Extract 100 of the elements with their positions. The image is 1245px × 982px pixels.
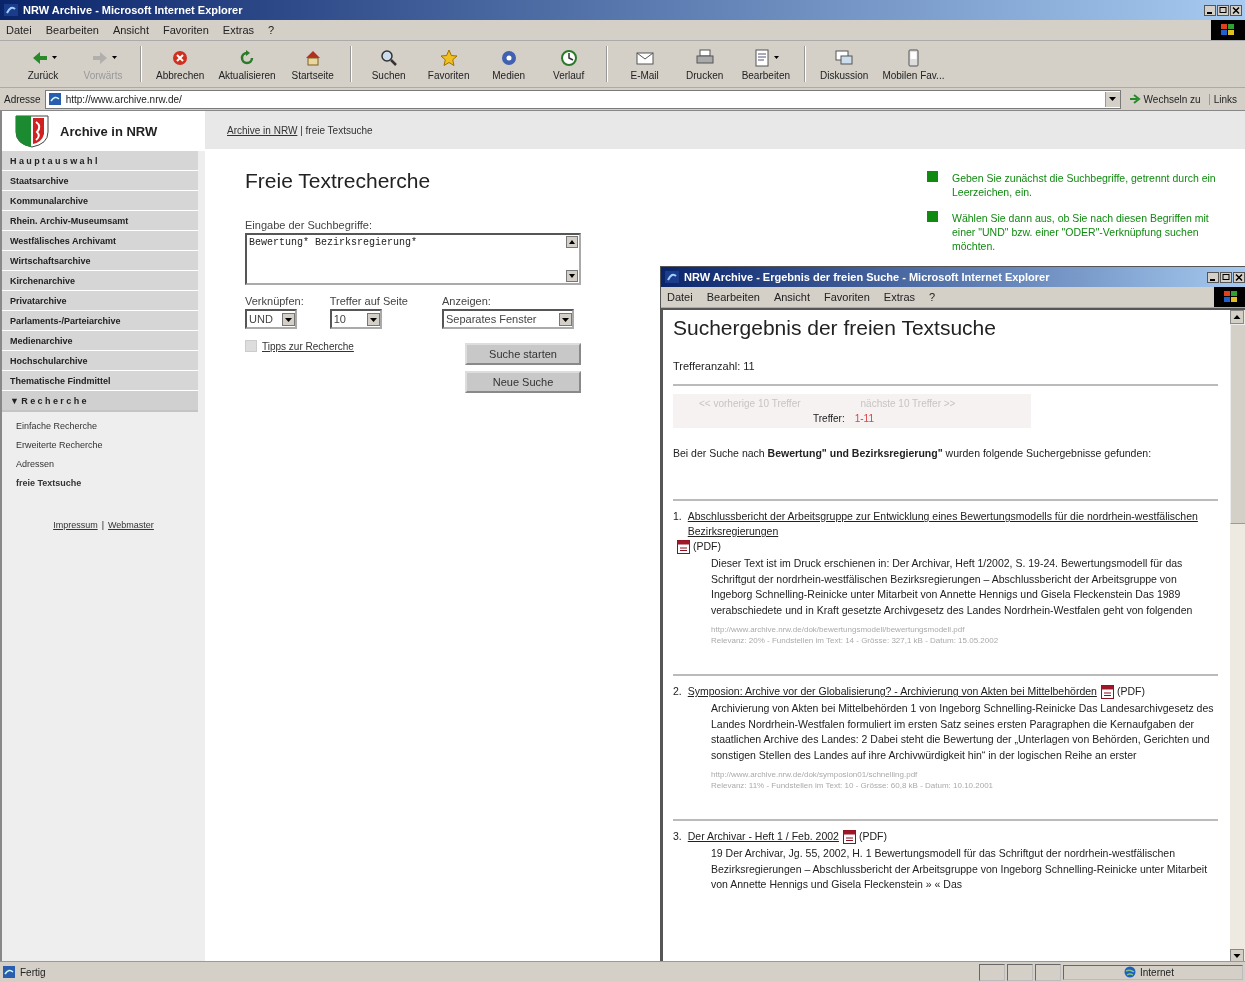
toolbar-button[interactable]: Aktualisieren <box>212 45 282 83</box>
toolbar-button[interactable]: Mobilen Fav... <box>876 45 951 83</box>
sidebar-item[interactable]: Parlaments-/Parteiarchive <box>2 311 198 331</box>
menu-item[interactable]: Ansicht <box>112 24 149 36</box>
menu-item[interactable]: Bearbeiten <box>706 291 760 303</box>
field-label: Anzeigen: <box>442 295 492 307</box>
breadcrumb-link[interactable]: Archive in NRW <box>227 124 298 136</box>
dropdown-caret-icon <box>111 56 117 59</box>
maximize-icon <box>1217 4 1229 16</box>
coat-of-arms-icon <box>14 114 50 148</box>
hint-text: Geben Sie zunächst die Suchbegriffe, getrennt durch ein Leerzeichen, ein. <box>952 171 1217 199</box>
scroll-up-icon <box>566 236 578 248</box>
menu-item[interactable]: Datei <box>667 291 693 303</box>
pdf-file-icon <box>842 829 856 844</box>
checkbox[interactable] <box>245 340 257 352</box>
toolbar-button[interactable]: Abbrechen <box>150 45 211 83</box>
form-button[interactable]: Suche starten <box>465 343 581 365</box>
go-button[interactable]: Wechseln zu <box>1124 93 1205 105</box>
footer-link[interactable]: Impressum <box>53 520 98 530</box>
sidebar-subitem[interactable]: Erweiterte Recherche <box>2 435 198 454</box>
toolbar-button[interactable]: Favoriten <box>419 45 478 83</box>
search-terms-field[interactable]: Bewertung* Bezirksregierung* <box>245 233 581 285</box>
menu-item[interactable]: Datei <box>6 24 32 36</box>
page-icon <box>2 965 16 979</box>
sidebar-heading[interactable]: Hauptauswahl <box>2 151 198 171</box>
menu-item[interactable]: Extras <box>222 24 255 36</box>
browser-logo-icon <box>664 270 680 284</box>
sidebar-item[interactable]: Kommunalarchive <box>2 191 198 211</box>
sidebar-subitem[interactable]: Einfache Recherche <box>2 416 198 435</box>
result-number: 3. <box>673 829 682 844</box>
pdf-file-icon <box>1100 684 1114 699</box>
sidebar-item[interactable]: Staatsarchive <box>2 171 198 191</box>
result-snippet: Archivierung von Akten bei Mittelbehörden 1 von Ingeborg Schnelling-Reinicke Das Landesarchivgesetz des Landes Nordrhein-Westfalen formuliert im ersten Satz seines ersten Paragraphen die Kernaufgaben der staatlichen Archive des Landes: 2 Dabei steht die Bewertung der „Unterlagen von Behörden, Gerichten und sonstigen Stellen des Landes auf ihre Archivwürdigkeit hin“ in der logischen Reihe an erster <box>711 701 1215 763</box>
sidebar-item[interactable]: Kirchenarchive <box>2 271 198 291</box>
sidebar-item[interactable]: Medienarchive <box>2 331 198 351</box>
result-count: Trefferanzahl: 11 <box>673 360 756 372</box>
toolbar-button[interactable]: Medien <box>479 45 538 83</box>
result-url: http://www.archive.nrw.de/dok/bewertungsmodell/bewertungsmodell.pdf <box>711 624 966 635</box>
sidebar-item[interactable]: Rhein. Archiv-Museumsamt <box>2 211 198 231</box>
window-title: NRW Archive - Ergebnis der freien Suche - Microsoft Internet Explorer <box>684 271 1051 283</box>
browser-logo-icon <box>3 3 19 17</box>
toolbar-button[interactable]: Bearbeiten <box>735 45 796 83</box>
minimize-icon <box>1207 271 1219 283</box>
go-arrow-icon <box>1128 93 1141 105</box>
toolbar-button[interactable]: Verlauf <box>539 45 598 83</box>
pager-range: 1-11 <box>854 413 874 424</box>
menu-item[interactable]: Favoriten <box>163 24 209 36</box>
toolbar-button[interactable]: Drucken <box>675 45 734 83</box>
sidebar-item[interactable]: Wirtschaftsarchive <box>2 251 198 271</box>
pdf-file-icon <box>677 539 690 554</box>
toolbar-button[interactable]: Diskussion <box>814 45 875 83</box>
hint-text: Wählen Sie dann aus, ob Sie nach diesen Begriffen mit einer "UND" bzw. einer "ODER"-Verknüpfung suchen möchten. <box>952 211 1210 253</box>
address-field[interactable]: http://www.archive.nrw.de/ <box>44 89 1121 109</box>
toolbar-button[interactable]: Zurück <box>14 45 72 83</box>
page-title: Freie Textrecherche <box>245 169 432 193</box>
select-field[interactable]: 10 <box>329 309 382 329</box>
menu-item[interactable]: Favoriten <box>824 291 870 303</box>
result-number: 1. <box>673 509 682 524</box>
toolbar-button[interactable]: Suchen <box>359 45 418 83</box>
minimize-icon <box>1204 4 1216 16</box>
select-field[interactable]: UND <box>245 309 297 329</box>
close-icon <box>1230 4 1242 16</box>
form-button[interactable]: Neue Suche <box>465 371 581 393</box>
sidebar-subitem[interactable]: Adressen <box>2 454 198 473</box>
links-button[interactable]: Links <box>1208 93 1241 105</box>
sidebar-item[interactable]: Thematische Findmittel <box>2 371 198 391</box>
menu-item[interactable]: Ansicht <box>773 291 810 303</box>
footer-link[interactable]: Webmaster <box>108 520 154 530</box>
select-field[interactable]: Separates Fenster <box>442 309 574 329</box>
field-label: Treffer auf Seite <box>329 295 408 307</box>
result-link[interactable]: Der Archivar - Heft 1 / Feb. 2002 <box>687 829 839 844</box>
scrollbar[interactable] <box>1230 310 1245 961</box>
result-snippet: 19 Der Archivar, Jg. 55, 2002, H. 1 Bewertungsmodell für das Schriftgut der nordrhein-westfälischen Bezirksregierungen – Abschlussbericht der Arbeitsgruppe von Ingeborg Schnelling-Reinicke unter Mitarbeit von Annette Hennigs und Gisela Fleckenstein » « Das <box>711 846 1209 892</box>
menu-item[interactable]: ? <box>929 291 936 303</box>
scroll-up-icon <box>1230 310 1244 324</box>
status-panel <box>1035 963 1061 981</box>
file-format: (PDF) <box>858 829 887 844</box>
breadcrumb-text: | <box>299 124 304 136</box>
toolbar-button[interactable]: Startseite <box>283 45 342 83</box>
star-icon <box>438 47 459 68</box>
menu-item[interactable]: ? <box>268 24 275 36</box>
dropdown-button[interactable] <box>1104 91 1120 107</box>
result-link[interactable]: Symposion: Archive vor der Globalisierung? - Archivierung von Akten bei Mittelbehörden <box>687 684 1097 699</box>
sidebar-item[interactable]: Hochschularchive <box>2 351 198 371</box>
sidebar-item[interactable]: Privatarchive <box>2 291 198 311</box>
toolbar-button[interactable]: E-Mail <box>615 45 674 83</box>
sidebar-heading[interactable]: ▼Recherche <box>2 391 198 412</box>
sidebar-subitem[interactable]: freie Textsuche <box>2 473 198 492</box>
sidebar-item[interactable]: Westfälisches Archivamt <box>2 231 198 251</box>
menu-item[interactable]: Extras <box>883 291 916 303</box>
windows-flag-icon <box>1224 291 1238 303</box>
menu-item[interactable]: Bearbeiten <box>45 24 99 36</box>
scroll-thumb[interactable] <box>1230 324 1245 524</box>
dropdown-caret-icon <box>774 56 780 59</box>
file-format: (PDF) <box>1116 684 1145 699</box>
field-label: Verknüpfen: <box>245 295 304 307</box>
result-meta: Relevanz: 11% - Fundstellen im Text: 10 - Grösse: 60,8 kB - Datum: 10.10.2001 <box>711 780 995 791</box>
result-link[interactable]: Abschlussbericht der Arbeitsgruppe zur Entwicklung eines Bewertungsmodells für die nordrhein-westfälischen Bezirksregierungen <box>687 509 1208 539</box>
file-format: (PDF) <box>693 539 721 554</box>
tips-link[interactable]: Tipps zur Recherche <box>262 340 354 352</box>
